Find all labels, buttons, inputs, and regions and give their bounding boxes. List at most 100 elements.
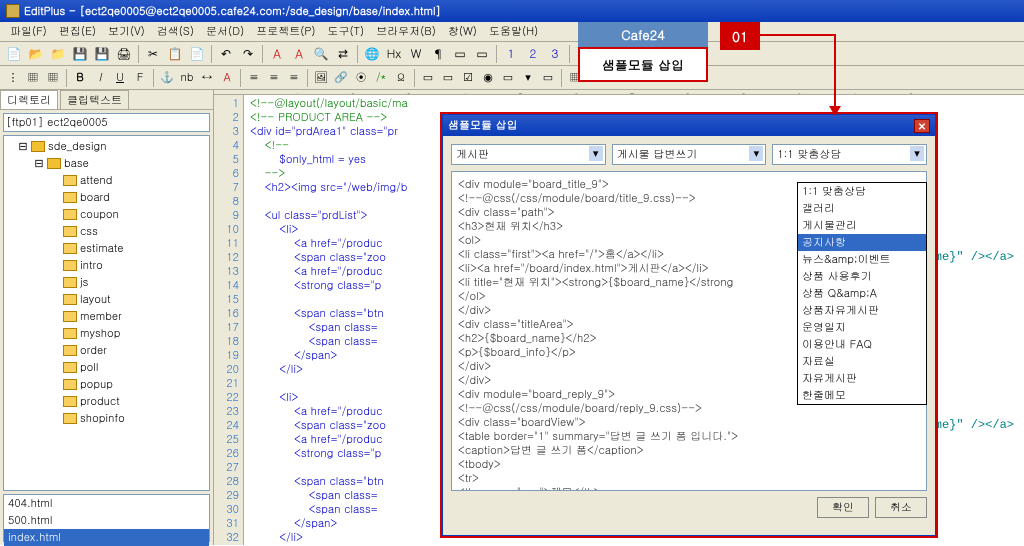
dropdown-option[interactable]: 1:1 맞춤상담 — [798, 183, 926, 200]
tab-cliptext[interactable]: 클립텍스트 — [60, 90, 129, 109]
tree-folder-shopinfo[interactable]: shopinfo — [6, 410, 207, 427]
dropdown-option[interactable]: 자료실 — [798, 353, 926, 370]
bold-button[interactable]: B — [71, 69, 89, 87]
file-404.html[interactable]: 404.html — [4, 495, 209, 512]
dropdown-option[interactable]: 게시물관리 — [798, 217, 926, 234]
tree-folder-estimate[interactable]: estimate — [6, 240, 207, 257]
dropdown-option[interactable]: 이용안내 FAQ — [798, 336, 926, 353]
p-icon[interactable]: ¶ — [428, 44, 448, 64]
open-file-icon[interactable]: 📂 — [26, 44, 46, 64]
file-index.html[interactable]: index.html — [4, 529, 209, 546]
cancel-button[interactable]: 취소 — [875, 497, 927, 518]
paste-icon[interactable]: 📄 — [187, 44, 207, 64]
tree-folder-js[interactable]: js — [6, 274, 207, 291]
folder-tree[interactable]: ⊟sde_design ⊟base attendboardcouponcsses… — [3, 135, 210, 491]
hr-button[interactable]: ↔ — [198, 69, 216, 87]
sidebar-icon[interactable]: ▭ — [450, 44, 470, 64]
dropdown-option[interactable]: 상품 Q&amp;A — [798, 285, 926, 302]
menu-edit[interactable]: 편집(E) — [53, 22, 102, 41]
menu-browser[interactable]: 브라우저(B) — [370, 22, 442, 41]
file-list[interactable]: 404.html500.htmlindex.html — [3, 494, 210, 542]
redo-icon[interactable]: ↷ — [238, 44, 258, 64]
palette-icon[interactable]: ▦ — [24, 69, 42, 87]
tree-folder-member[interactable]: member — [6, 308, 207, 325]
menu-help[interactable]: 도움말(H) — [483, 22, 544, 41]
nbsp-button[interactable]: nb — [178, 69, 196, 87]
select-category[interactable]: 게시판 — [451, 144, 606, 165]
font-button[interactable]: F — [131, 69, 149, 87]
comment-icon[interactable]: /* — [372, 69, 390, 87]
dropdown-option[interactable]: 갤러리 — [798, 200, 926, 217]
marker1-icon[interactable]: 1 — [501, 44, 521, 64]
select-module[interactable]: 게시물 답변쓰기 — [612, 144, 767, 165]
print-icon[interactable]: 🖨 — [114, 44, 134, 64]
target-icon[interactable]: ⊙ — [352, 69, 370, 87]
tab-directory[interactable]: 디렉토리 — [0, 90, 58, 109]
button-icon[interactable]: ▭ — [539, 69, 557, 87]
find-icon[interactable]: 🔍 — [311, 44, 331, 64]
open-remote-icon[interactable]: 📁 — [48, 44, 68, 64]
tree-folder-layout[interactable]: layout — [6, 291, 207, 308]
underline-button[interactable]: U — [111, 69, 129, 87]
table-icon[interactable]: ▦ — [44, 69, 62, 87]
undo-icon[interactable]: ↶ — [216, 44, 236, 64]
radio-icon[interactable]: ◉ — [479, 69, 497, 87]
tree-folder-product[interactable]: product — [6, 393, 207, 410]
marker3-icon[interactable]: 3 — [545, 44, 565, 64]
align-right-icon[interactable]: ≡ — [285, 69, 303, 87]
tree-folder-board[interactable]: board — [6, 189, 207, 206]
new-file-icon[interactable]: 📄 — [4, 44, 24, 64]
a-button[interactable]: A — [218, 69, 236, 87]
wrap-icon[interactable]: ⇄ — [333, 44, 353, 64]
tree-base[interactable]: ⊟base — [6, 155, 207, 172]
menu-window[interactable]: 창(W) — [442, 22, 483, 41]
cut-icon[interactable]: ✂ — [143, 44, 163, 64]
select-board[interactable]: 1:1 맞춤상담 — [772, 144, 927, 165]
link-icon[interactable]: 🔗 — [332, 69, 350, 87]
browse-icon[interactable]: 🌐 — [362, 44, 382, 64]
select-icon[interactable]: ▾ — [519, 69, 537, 87]
search-icon[interactable]: A — [267, 44, 287, 64]
tree-folder-order[interactable]: order — [6, 342, 207, 359]
tree-folder-popup[interactable]: popup — [6, 376, 207, 393]
tree-folder-myshop[interactable]: myshop — [6, 325, 207, 342]
wordwrap-icon[interactable]: W — [406, 44, 426, 64]
tree-root[interactable]: ⊟sde_design — [6, 138, 207, 155]
menu-file[interactable]: 파일(F) — [4, 22, 53, 41]
file-500.html[interactable]: 500.html — [4, 512, 209, 529]
save-icon-2[interactable]: 💾 — [92, 44, 112, 64]
textarea-icon[interactable]: ▭ — [499, 69, 517, 87]
form-icon[interactable]: ▭ — [419, 69, 437, 87]
search2-icon[interactable]: A — [289, 44, 309, 64]
dropdown-option[interactable]: 운영일지 — [798, 319, 926, 336]
tree-folder-intro[interactable]: intro — [6, 257, 207, 274]
special-icon[interactable]: Ω — [392, 69, 410, 87]
tree-folder-coupon[interactable]: coupon — [6, 206, 207, 223]
menu-view[interactable]: 보기(V) — [102, 22, 151, 41]
menu-document[interactable]: 문서(D) — [200, 22, 250, 41]
tree-folder-poll[interactable]: poll — [6, 359, 207, 376]
drive-select[interactable]: [ftp01] ect2qe0005 — [3, 113, 210, 132]
ok-button[interactable]: 확인 — [817, 497, 869, 518]
dropdown-option[interactable]: 한줄메모 — [798, 387, 926, 404]
output-icon[interactable]: ▭ — [472, 44, 492, 64]
align-left-icon[interactable]: ≡ — [245, 69, 263, 87]
align-center-icon[interactable]: ≡ — [265, 69, 283, 87]
board-dropdown[interactable]: 1:1 맞춤상담갤러리게시물관리공지사항뉴스&amp;이벤트상품 사용후기상품 … — [797, 182, 927, 405]
checkbox-icon[interactable]: ☑ — [459, 69, 477, 87]
dropdown-option[interactable]: 자유게시판 — [798, 370, 926, 387]
menu-tool[interactable]: 도구(T) — [321, 22, 370, 41]
save-icon[interactable]: 💾 — [70, 44, 90, 64]
hex-icon[interactable]: Hx — [384, 44, 404, 64]
dropdown-option[interactable]: 상품자유게시판 — [798, 302, 926, 319]
menu-project[interactable]: 프로젝트(P) — [250, 22, 321, 41]
dropdown-option[interactable]: 뉴스&amp;이벤트 — [798, 251, 926, 268]
marker2-icon[interactable]: 2 — [523, 44, 543, 64]
input-icon[interactable]: ▭ — [439, 69, 457, 87]
dropdown-option[interactable]: 상품 사용후기 — [798, 268, 926, 285]
tree-folder-css[interactable]: css — [6, 223, 207, 240]
close-icon[interactable]: ✕ — [914, 119, 930, 133]
menu-search[interactable]: 검색(S) — [151, 22, 200, 41]
image-icon[interactable]: 🖼 — [312, 69, 330, 87]
copy-icon[interactable]: 📋 — [165, 44, 185, 64]
